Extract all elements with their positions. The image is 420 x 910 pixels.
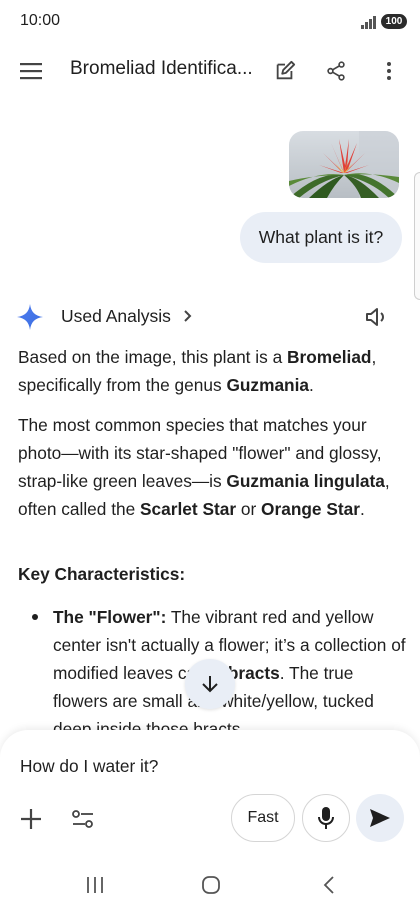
status-bar: 10:00 100: [0, 0, 420, 44]
message-input[interactable]: How do I water it?: [20, 756, 158, 777]
microphone-button[interactable]: [302, 794, 350, 842]
gemini-star-icon: [17, 304, 43, 330]
recents-icon: [87, 877, 103, 893]
section-heading: Key Characteristics:: [18, 564, 186, 584]
home-button[interactable]: [196, 872, 226, 898]
mic-icon: [318, 807, 334, 829]
add-attachment-button[interactable]: [14, 802, 48, 836]
menu-icon: [20, 63, 42, 80]
send-button[interactable]: [356, 794, 404, 842]
response-body: Based on the image, this plant is a Brom…: [18, 343, 410, 535]
share-button[interactable]: [319, 54, 353, 88]
conversation-title[interactable]: Bromeliad Identifica...: [70, 58, 260, 80]
status-time: 10:00: [20, 12, 61, 29]
more-options-button[interactable]: [372, 54, 406, 88]
bullet-point: [32, 614, 38, 620]
system-nav-bar: [0, 860, 420, 910]
menu-button[interactable]: [14, 54, 48, 88]
response-paragraph: Based on the image, this plant is a Brom…: [18, 347, 377, 395]
tune-icon: [72, 810, 93, 828]
back-icon: [323, 876, 334, 894]
speaker-icon[interactable]: [362, 303, 390, 331]
tools-button[interactable]: [66, 802, 100, 836]
battery-indicator: 100: [381, 14, 407, 29]
home-icon: [202, 876, 220, 894]
scroll-to-bottom-button[interactable]: [185, 659, 235, 709]
edit-icon: [276, 60, 296, 80]
edge-panel-handle[interactable]: [414, 172, 420, 300]
share-icon: [327, 61, 345, 81]
user-message-bubble: What plant is it?: [240, 212, 402, 263]
back-button[interactable]: [314, 872, 344, 898]
app-bar: Bromeliad Identifica...: [0, 44, 420, 98]
chevron-right-icon[interactable]: [180, 306, 196, 326]
signal-icon: [361, 15, 377, 29]
used-analysis-label[interactable]: Used Analysis: [61, 306, 171, 327]
composer: How do I water it? Fast: [0, 730, 420, 860]
more-vert-icon: [387, 62, 391, 80]
model-mode-button[interactable]: Fast: [231, 794, 295, 842]
edit-button[interactable]: [268, 54, 302, 88]
uploaded-plant-image[interactable]: [289, 131, 399, 198]
send-icon: [370, 809, 390, 827]
arrow-down-icon: [202, 676, 218, 693]
recents-button[interactable]: [80, 872, 110, 898]
plus-icon: [21, 809, 41, 829]
response-paragraph: The most common species that matches you…: [18, 415, 390, 519]
